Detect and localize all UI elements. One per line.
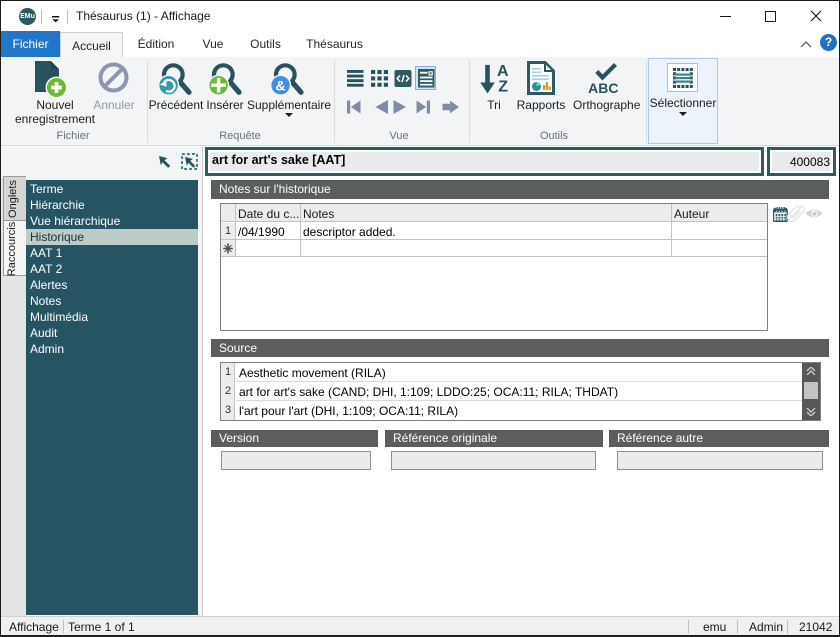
- svg-text:A: A: [497, 63, 509, 80]
- svg-text:ABC: ABC: [588, 80, 618, 95]
- svg-text:Z: Z: [498, 78, 508, 95]
- svg-text:&: &: [276, 77, 286, 93]
